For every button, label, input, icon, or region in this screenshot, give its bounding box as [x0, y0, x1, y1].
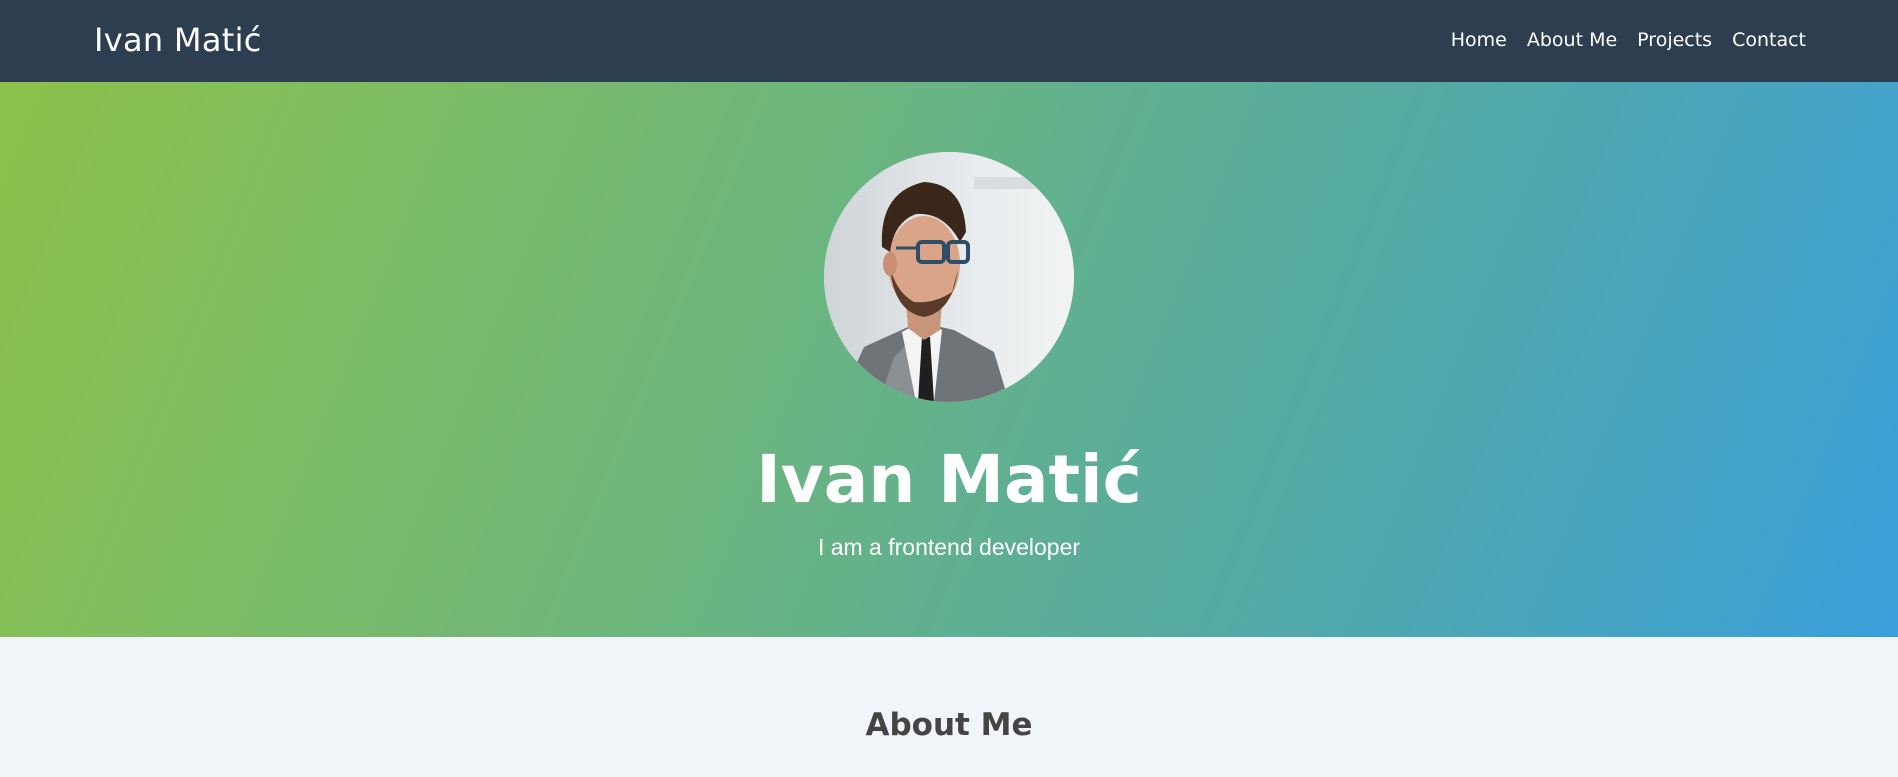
top-navbar: Ivan Matić Home About Me Projects Contac…: [0, 0, 1898, 82]
hero-section: Ivan Matić I am a frontend developer: [0, 82, 1898, 637]
avatar: [824, 152, 1074, 402]
nav-link-home[interactable]: Home: [1451, 28, 1507, 52]
nav-link-projects[interactable]: Projects: [1637, 28, 1712, 52]
hero-tagline: I am a frontend developer: [817, 534, 1081, 560]
nav-link-contact[interactable]: Contact: [1732, 28, 1806, 52]
nav-link-about[interactable]: About Me: [1527, 28, 1617, 52]
brand-link[interactable]: Ivan Matić: [94, 20, 262, 60]
nav-menu: Home About Me Projects Contact: [1451, 28, 1806, 52]
avatar-portrait-image: [824, 152, 1074, 402]
about-section: About Me: [0, 637, 1898, 777]
hero-name-heading: Ivan Matić: [756, 441, 1142, 518]
about-section-title: About Me: [865, 707, 1033, 743]
